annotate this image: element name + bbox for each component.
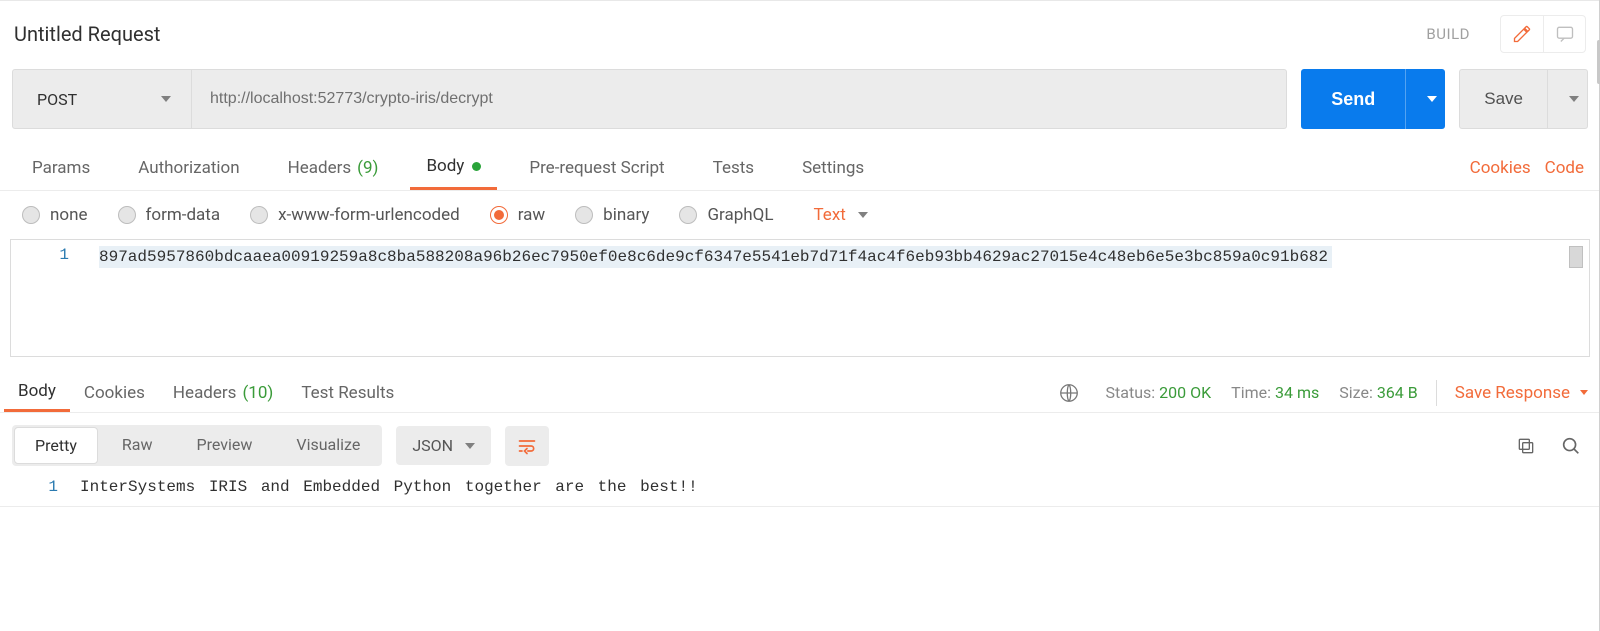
divider bbox=[1436, 380, 1437, 406]
radio-icon bbox=[679, 206, 697, 224]
size-meta: Size:364 B bbox=[1339, 383, 1417, 402]
tab-body[interactable]: Body bbox=[410, 145, 497, 190]
body-type-none[interactable]: none bbox=[22, 205, 88, 225]
search-icon[interactable] bbox=[1560, 435, 1582, 457]
radio-icon bbox=[490, 206, 508, 224]
cookies-link[interactable]: Cookies bbox=[1470, 158, 1531, 178]
chevron-down-icon bbox=[161, 96, 171, 102]
tab-params[interactable]: Params bbox=[16, 145, 106, 190]
globe-icon[interactable] bbox=[1058, 382, 1080, 404]
chevron-down-icon bbox=[1580, 390, 1588, 395]
radio-icon bbox=[250, 206, 268, 224]
http-method-select[interactable]: POST bbox=[12, 69, 192, 129]
resp-tab-body[interactable]: Body bbox=[4, 373, 70, 412]
headers-count: (9) bbox=[357, 158, 378, 178]
chevron-down-icon bbox=[1569, 96, 1579, 102]
content-type-select[interactable]: Text bbox=[813, 205, 867, 225]
body-type-urlencoded[interactable]: x-www-form-urlencoded bbox=[250, 205, 460, 225]
radio-icon bbox=[118, 206, 136, 224]
radio-icon bbox=[22, 206, 40, 224]
edit-icon[interactable] bbox=[1501, 16, 1543, 52]
wrap-lines-button[interactable] bbox=[505, 426, 549, 466]
view-mode-pretty[interactable]: Pretty bbox=[14, 427, 98, 464]
tab-tests[interactable]: Tests bbox=[697, 145, 770, 190]
tab-body-label: Body bbox=[426, 156, 464, 176]
request-body-line: 897ad5957860bdcaaea00919259a8c8ba588208a… bbox=[99, 246, 1332, 268]
chevron-down-icon bbox=[1427, 96, 1437, 102]
tab-pre-request[interactable]: Pre-request Script bbox=[513, 145, 680, 190]
save-response-button[interactable]: Save Response bbox=[1455, 383, 1588, 403]
body-type-form-data[interactable]: form-data bbox=[118, 205, 221, 225]
build-label[interactable]: BUILD bbox=[1426, 25, 1470, 43]
body-type-graphql[interactable]: GraphQL bbox=[679, 205, 773, 225]
resp-tab-headers-label: Headers bbox=[173, 383, 237, 403]
resp-tab-headers[interactable]: Headers (10) bbox=[159, 373, 287, 412]
resp-editor-gutter: 1 bbox=[10, 478, 80, 496]
send-dropdown[interactable] bbox=[1405, 69, 1445, 129]
chevron-down-icon bbox=[858, 212, 868, 218]
response-body-line: InterSystems IRIS and Embedded Python to… bbox=[80, 478, 698, 496]
save-dropdown[interactable] bbox=[1548, 69, 1588, 129]
resp-headers-count: (10) bbox=[242, 383, 273, 403]
status-meta: Status:200 OK bbox=[1106, 383, 1212, 402]
tab-headers[interactable]: Headers (9) bbox=[272, 145, 395, 190]
radio-icon bbox=[575, 206, 593, 224]
view-mode-preview[interactable]: Preview bbox=[174, 425, 274, 466]
resp-tab-test-results[interactable]: Test Results bbox=[287, 373, 408, 412]
request-body-editor[interactable]: 1 897ad5957860bdcaaea00919259a8c8ba58820… bbox=[10, 239, 1590, 357]
tab-settings[interactable]: Settings bbox=[786, 145, 880, 190]
view-mode-visualize[interactable]: Visualize bbox=[274, 425, 382, 466]
response-format-value: JSON bbox=[412, 436, 453, 455]
url-input[interactable] bbox=[210, 90, 1268, 108]
view-mode-group: Pretty Raw Preview Visualize bbox=[12, 425, 382, 466]
time-meta: Time:34 ms bbox=[1231, 383, 1319, 402]
view-mode-raw[interactable]: Raw bbox=[100, 425, 175, 466]
minimap-scrollbar[interactable] bbox=[1569, 246, 1583, 268]
body-type-binary[interactable]: binary bbox=[575, 205, 649, 225]
body-type-raw[interactable]: raw bbox=[490, 205, 545, 225]
code-link[interactable]: Code bbox=[1545, 158, 1584, 178]
content-type-value: Text bbox=[813, 205, 845, 225]
comment-icon[interactable] bbox=[1543, 16, 1585, 52]
resp-tab-cookies[interactable]: Cookies bbox=[70, 373, 159, 412]
save-button[interactable]: Save bbox=[1459, 69, 1548, 129]
response-format-select[interactable]: JSON bbox=[396, 426, 491, 465]
request-title[interactable]: Untitled Request bbox=[14, 22, 1426, 46]
tab-headers-label: Headers bbox=[288, 158, 352, 178]
send-button[interactable]: Send bbox=[1301, 69, 1405, 129]
tab-authorization[interactable]: Authorization bbox=[122, 145, 255, 190]
http-method-value: POST bbox=[37, 90, 77, 109]
body-modified-dot bbox=[472, 162, 481, 171]
editor-gutter: 1 bbox=[11, 240, 91, 356]
response-body-editor[interactable]: 1 InterSystems IRIS and Embedded Python … bbox=[0, 478, 1600, 507]
copy-icon[interactable] bbox=[1516, 436, 1536, 456]
chevron-down-icon bbox=[465, 443, 475, 449]
